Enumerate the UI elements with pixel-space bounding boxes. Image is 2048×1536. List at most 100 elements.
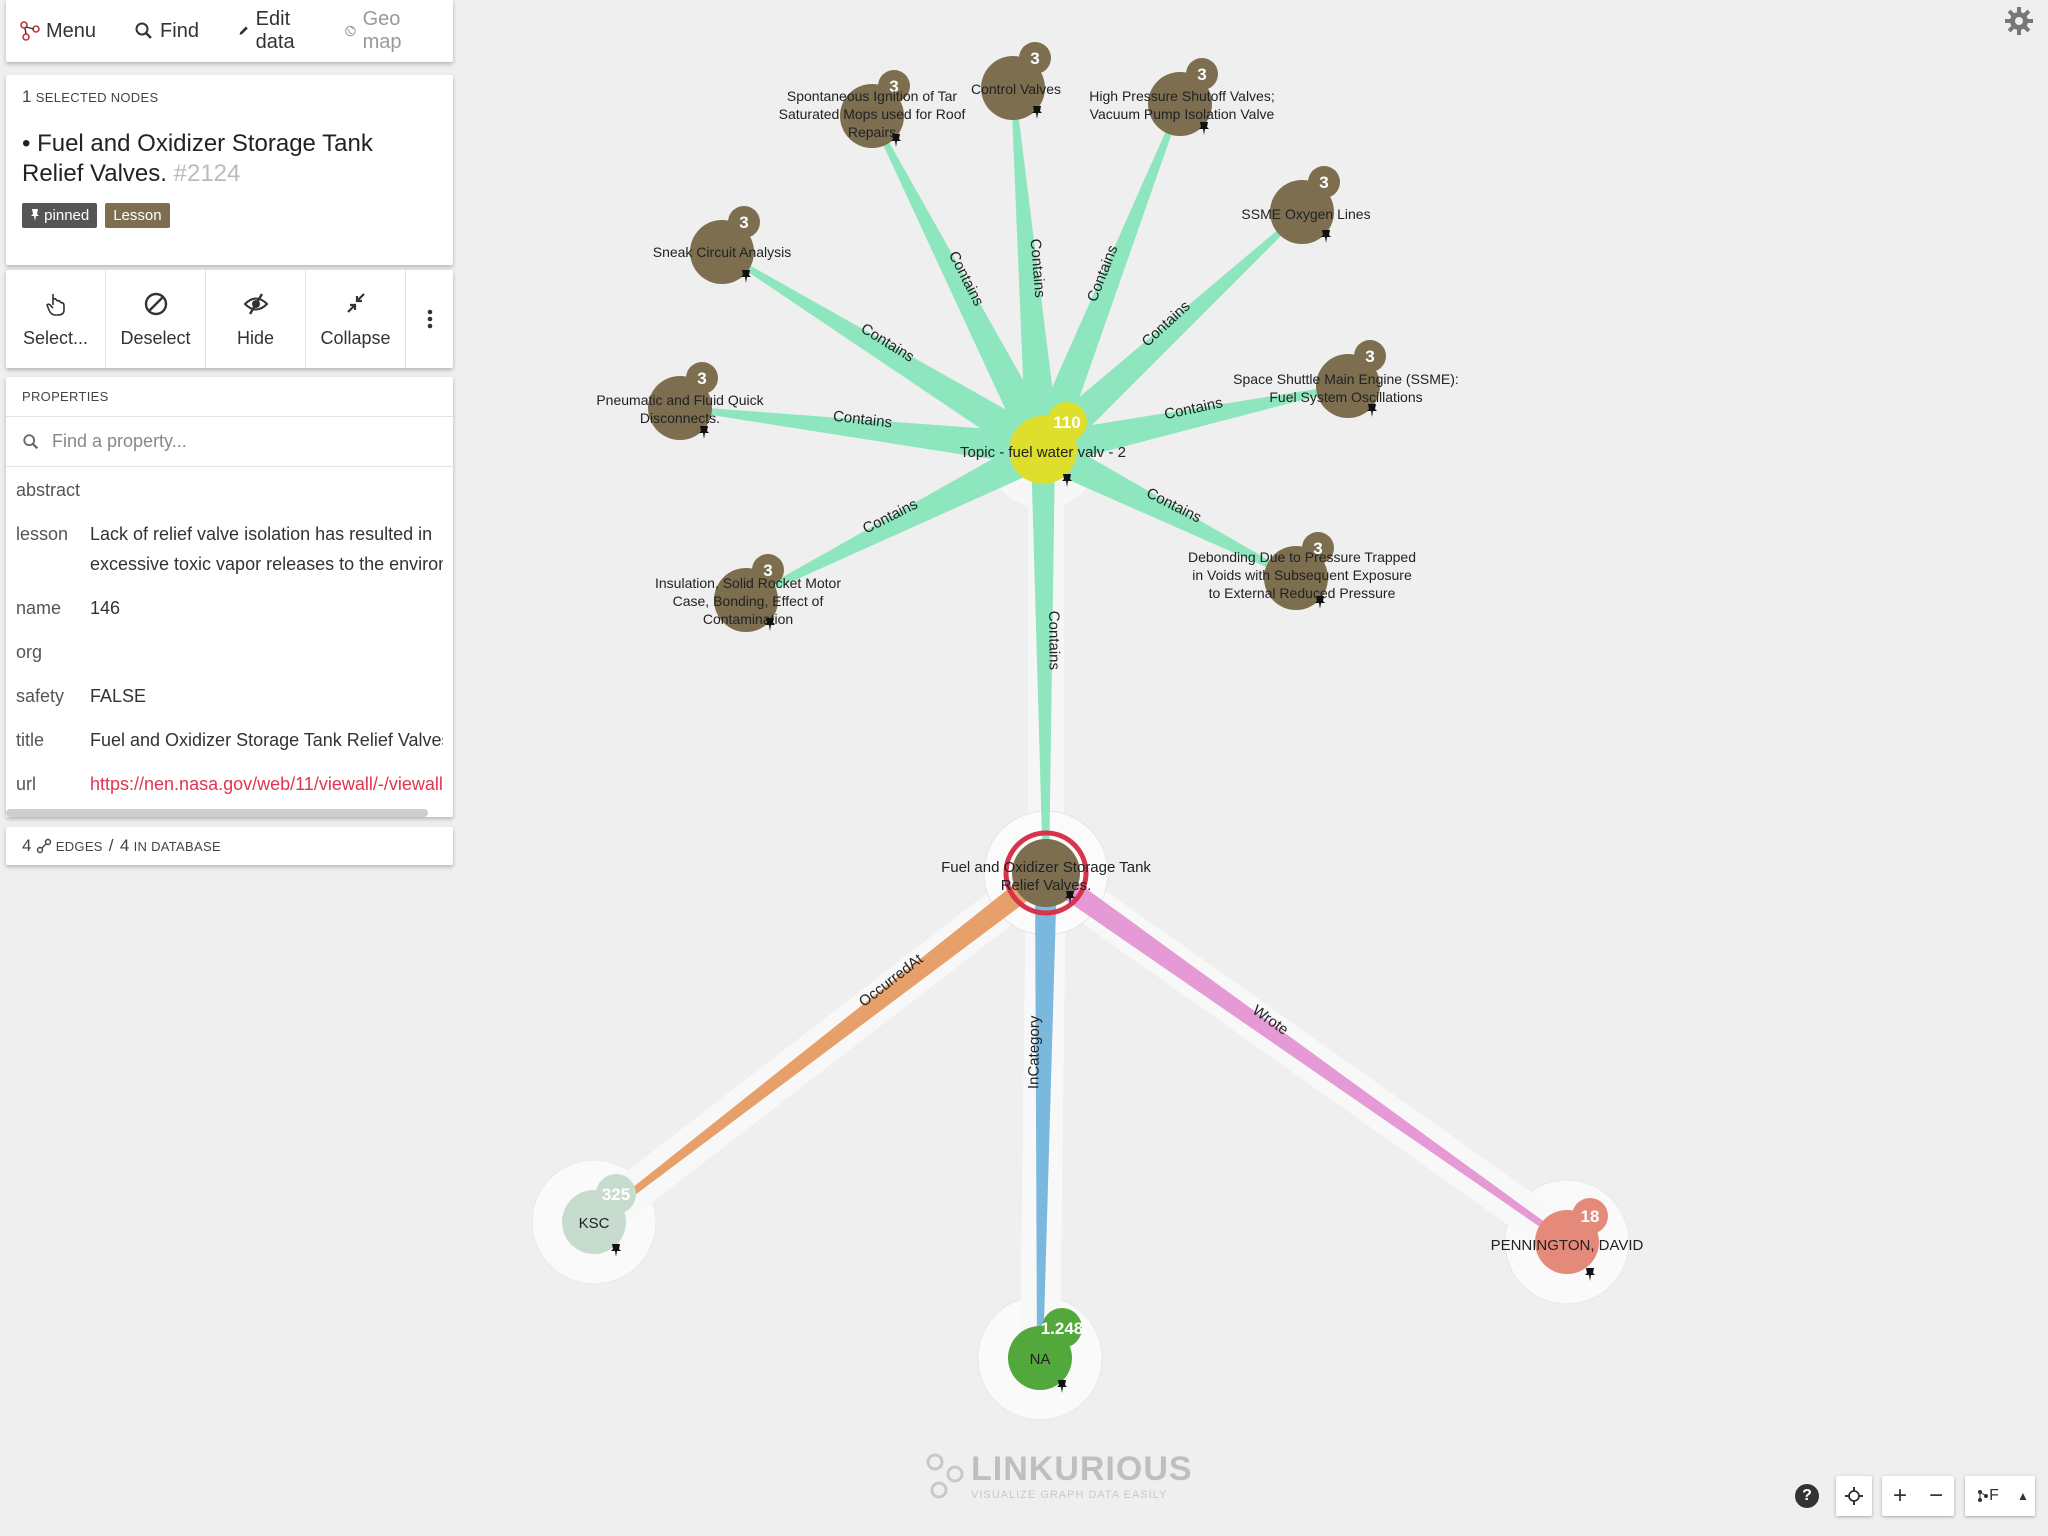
lesson-degree-value: 3 (1319, 173, 1328, 192)
menu-graph-icon (20, 21, 40, 41)
lesson-node[interactable]: 3 Control Valves (971, 42, 1061, 120)
node-label: PENNINGTON, DAVID (1491, 1237, 1644, 1254)
brand-name: LINKURIOUS (971, 1450, 1193, 1488)
lesson-node-label: Spontaneous Ignition of Tar (787, 88, 958, 104)
actions-bar: Select... Deselect Hide Collapse (6, 270, 453, 368)
category-badge[interactable]: Lesson (105, 203, 170, 228)
edges-summary: 4 EDGES / 4 IN DATABASE (6, 827, 453, 865)
lesson-node-label: Sneak Circuit Analysis (653, 244, 792, 260)
lesson-node-label: SSME Oxygen Lines (1241, 206, 1370, 222)
pin-icon (1367, 404, 1377, 417)
horizontal-scrollbar[interactable] (6, 809, 428, 817)
pinned-badge: pinned (22, 203, 98, 228)
lesson-node-label: Vacuum Pump Isolation Valve (1090, 106, 1275, 122)
find-label: Find (160, 19, 199, 42)
compress-icon (346, 292, 365, 313)
pin-icon (765, 618, 775, 631)
lesson-degree-value: 3 (1365, 347, 1374, 366)
hide-button[interactable]: Hide (206, 270, 306, 368)
property-search (6, 417, 453, 467)
help-button[interactable]: ? (1795, 1484, 1819, 1508)
node-id: #2124 (173, 160, 241, 187)
lesson-node-label: Saturated Mops used for Roof (779, 106, 966, 122)
search-icon (23, 433, 39, 449)
lesson-node-label: Space Shuttle Main Engine (SSME): (1233, 371, 1459, 387)
property-row-name: name 146 (16, 598, 121, 618)
topic-degree-value: 110 (1053, 413, 1080, 432)
lesson-node-label: Disconnects. (640, 410, 720, 426)
contains-edge-label: Contains (1045, 611, 1062, 670)
node-degree-value: 325 (602, 1185, 630, 1204)
lesson-node[interactable]: 3 SSME Oxygen Lines (1241, 166, 1371, 244)
vertical-dots-icon (427, 309, 432, 329)
crosshair-icon (1845, 1487, 1863, 1505)
pin-icon (741, 270, 751, 283)
pin-icon (1032, 106, 1042, 119)
pin-icon (891, 134, 901, 147)
lesson-node-label: in Voids with Subsequent Exposure (1192, 567, 1412, 583)
lesson-degree-value: 3 (1030, 49, 1039, 68)
edge-wrote[interactable] (1039, 864, 1569, 1245)
ban-icon (144, 292, 167, 315)
layout-dropdown-icon[interactable]: ▲ (2011, 1476, 2035, 1516)
property-row-org: org (16, 642, 43, 662)
selected-count: 1 SELECTED NODES (22, 87, 159, 106)
lesson-node-label: Pneumatic and Fluid Quick (596, 392, 764, 408)
lesson-node[interactable]: 3Spontaneous Ignition of TarSaturated Mo… (779, 70, 966, 148)
lesson-degree-value: 3 (697, 369, 706, 388)
collapse-button[interactable]: Collapse (306, 270, 406, 368)
lesson-node-label: Repairs (848, 124, 896, 140)
globe-icon (344, 25, 356, 37)
find-button[interactable]: Find (134, 20, 199, 43)
url-link[interactable]: https://nen.nasa.gov/web/11/viewall/-/vi… (90, 769, 443, 813)
topic-node-label: Topic - fuel water valv - 2 (960, 444, 1126, 461)
pencil-icon (239, 26, 248, 35)
menu-label: Menu (46, 19, 97, 42)
selection-panel: 1 SELECTED NODES • Fuel and Oxidizer Stor… (6, 75, 453, 265)
property-row-safety: safety FALSE (16, 686, 147, 706)
pin-icon (1315, 596, 1325, 609)
locate-control (1836, 1476, 1872, 1516)
lesson-line-1: Lack of relief valve isolation has resul… (90, 524, 433, 544)
node-label: NA (1030, 1351, 1051, 1368)
edit-data-label: Edit data (255, 8, 295, 53)
edit-data-button[interactable]: Edit data (237, 8, 306, 54)
zoom-in-button[interactable]: + (1882, 1476, 1918, 1516)
lesson-node[interactable]: 3 Pneumatic and Fluid Quick Disconnects. (596, 362, 765, 440)
geo-map-label: Geo map (362, 8, 402, 53)
linkurious-logo: LINKURIOUS VISUALIZE GRAPH DATA EASILY (925, 1450, 1193, 1501)
lesson-node-label: Insulation, Solid Rocket Motor (655, 575, 841, 591)
lesson-node-label: to External Reduced Pressure (1209, 585, 1396, 601)
eye-slash-icon (243, 292, 268, 315)
selected-node-label-line-2: Relief Valves. (1001, 877, 1092, 894)
lesson-node[interactable]: 3 Sneak Circuit Analysis (653, 206, 792, 284)
deselect-button[interactable]: Deselect (106, 270, 206, 368)
more-actions-button[interactable] (406, 270, 453, 368)
lesson-node-label: High Pressure Shutoff Valves; (1089, 88, 1274, 104)
edge-occurredat[interactable] (592, 864, 1053, 1225)
property-row-url: url https://nen.nasa.gov/web/11/viewall/… (6, 769, 453, 813)
lesson-node-label: Control Valves (971, 81, 1061, 97)
property-row-lesson: lesson Lack of relief valve isolation ha… (6, 519, 453, 593)
lesson-degree-value: 3 (1197, 65, 1206, 84)
edge-link-icon (36, 838, 51, 854)
property-search-input[interactable] (52, 431, 437, 452)
lesson-node-label: Debonding Due to Pressure Trapped (1188, 549, 1416, 565)
node-label: KSC (579, 1215, 610, 1232)
pin-icon (1199, 122, 1209, 135)
selected-node-title[interactable]: • Fuel and Oxidizer Storage Tank Relief … (22, 129, 437, 189)
layout-button[interactable]: F (1965, 1476, 2011, 1516)
logo-mark-icon (926, 1453, 964, 1498)
menu-button[interactable]: Menu (20, 20, 96, 43)
zoom-out-button[interactable]: − (1918, 1476, 1954, 1516)
node-degree-value: 1.248 (1041, 1319, 1084, 1338)
locate-button[interactable] (1836, 1476, 1872, 1516)
select-button[interactable]: Select... (6, 270, 106, 368)
top-toolbar: Menu Find Edit data Geo map (6, 0, 453, 62)
lesson-node[interactable]: 3 High Pressure Shutoff Valves; Vacuum Pum… (1089, 58, 1275, 136)
layout-graph-icon (1978, 1490, 1989, 1502)
lesson-degree-value: 3 (739, 213, 748, 232)
settings-gear-icon[interactable] (2004, 6, 2034, 36)
hand-pointer-icon (45, 293, 65, 316)
geo-map-button[interactable]: Geo map (344, 8, 415, 54)
